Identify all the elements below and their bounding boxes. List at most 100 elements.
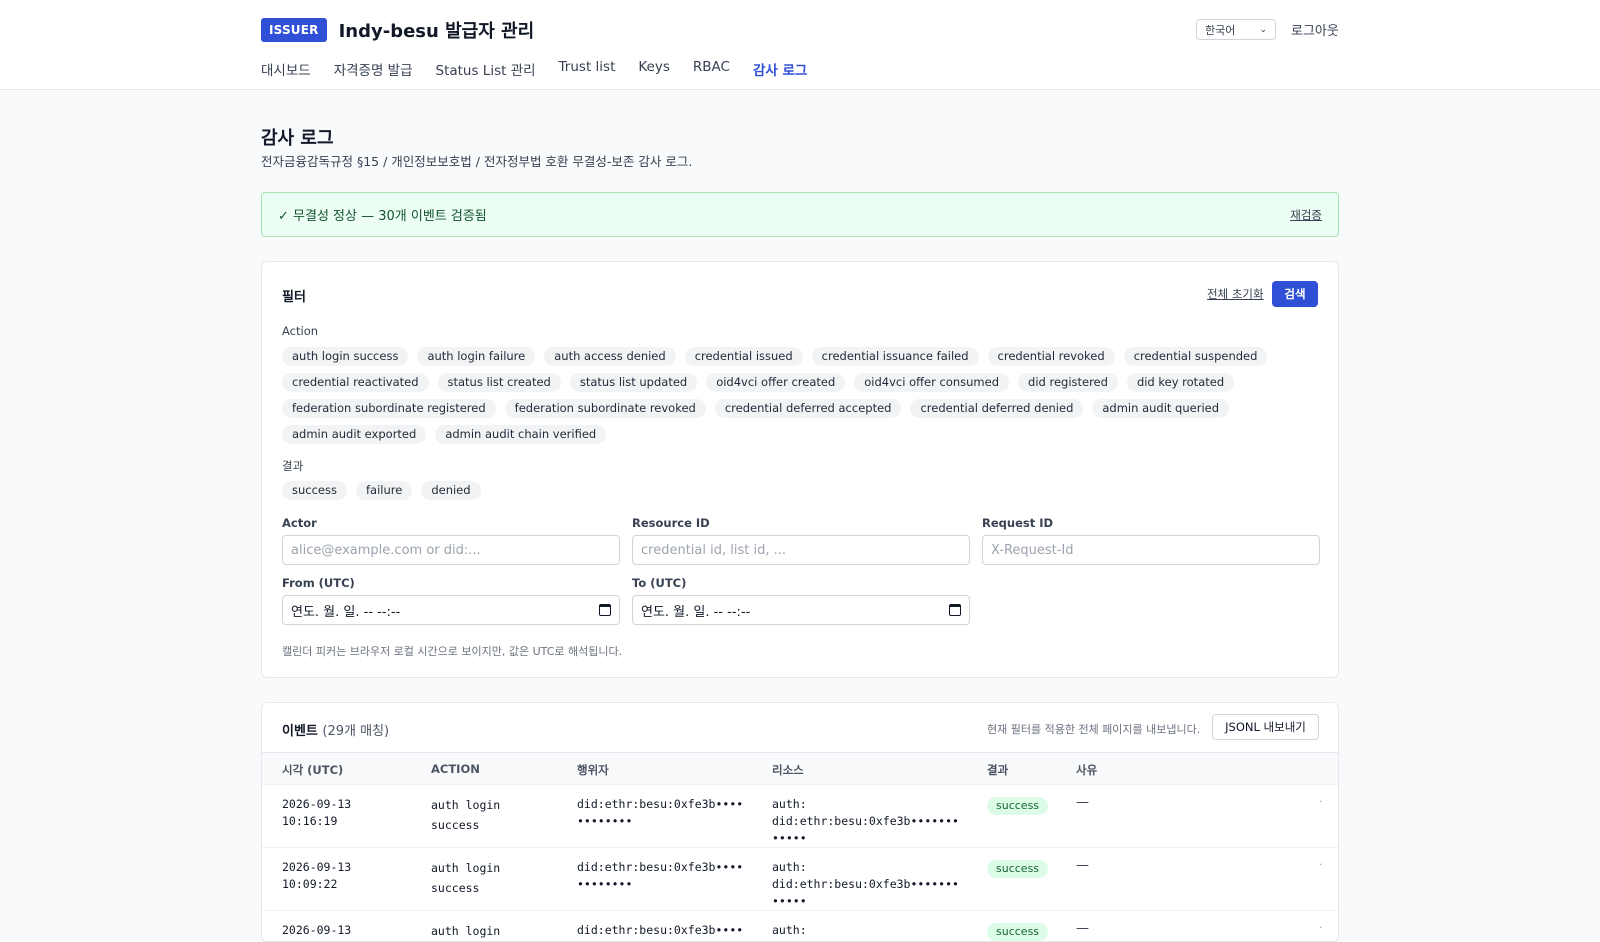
nav-rbac[interactable]: RBAC [693,59,730,85]
page-title: 감사 로그 [261,128,334,149]
request-id-input[interactable]: X-Request-Id [982,535,1320,565]
event-resource: auth: did:ethr:besu:0xfe3b••••••• ••••• [772,796,959,847]
action-filter-chip[interactable]: credential revoked [987,347,1115,366]
actor-input[interactable]: alice@example.com or did:... [282,535,620,565]
export-hint: 현재 필터를 적용한 전체 페이지를 내보냅니다. [987,723,1201,736]
action-filter-chip[interactable]: credential deferred denied [910,399,1084,418]
issuer-badge: ISSUER [261,18,327,42]
action-filter-chip[interactable]: credential issuance failed [811,347,979,366]
table-header: 시각 (UTC) ACTION 행위자 리소스 결과 사유 [262,752,1338,784]
action-filter-chip[interactable]: credential suspended [1123,347,1268,366]
table-row[interactable]: 2026-09-13 10:16:19 auth login success did:e… [262,784,1338,847]
calendar-icon[interactable] [949,604,961,616]
status-badge: success [987,797,1049,815]
result-filter-chip[interactable]: failure [355,481,413,500]
row-more-icon[interactable]: · [1319,795,1323,808]
action-filter-chip[interactable]: oid4vci offer created [706,373,846,392]
event-date: 2026-09-13 [282,923,352,937]
event-date: 2026-09-13 [282,860,352,874]
chevron-down-icon: ⌄ [1259,24,1267,35]
status-badge: success [987,923,1049,941]
event-resource-type: auth: [772,860,807,874]
nav-status-list[interactable]: Status List 관리 [436,59,536,85]
actor-label: Actor [282,516,317,530]
event-resource-line: ••••• [772,831,807,845]
language-select[interactable]: 한국어 ⌄ [1196,19,1276,40]
nav-keys[interactable]: Keys [638,59,670,85]
action-filter-chip[interactable]: admin audit exported [282,425,427,444]
event-clock: 10:16:19 [282,814,338,828]
brand: ISSUER Indy-besu 발급자 관리 [261,17,534,43]
main-nav: 대시보드 자격증명 발급 Status List 관리 Trust list K… [261,59,830,85]
export-jsonl-button[interactable]: JSONL 내보내기 [1212,714,1319,740]
result-filter-chip[interactable]: success [282,481,347,500]
event-action-line: auth login [431,924,501,938]
action-filter-chip[interactable]: oid4vci offer consumed [854,373,1010,392]
event-resource-line: did:ethr:besu:0xfe3b••••••• [772,877,959,891]
action-filter-chip[interactable]: federation subordinate registered [282,399,496,418]
reset-all-link[interactable]: 전체 초기화 [1207,286,1264,302]
calendar-icon[interactable] [599,604,611,616]
table-row[interactable]: 2026-09-13 10:09:22 auth login success did:e… [262,847,1338,910]
action-filter-chip[interactable]: auth access denied [544,347,676,366]
action-filter-chip[interactable]: credential deferred accepted [714,399,902,418]
status-badge: success [987,860,1049,878]
event-time: 2026-09-13 [282,922,351,939]
search-button[interactable]: 검색 [1272,281,1318,307]
page-subtitle: 전자금융감독규정 §15 / 개인정보보호법 / 전자정부법 호환 무결성-보존… [261,154,693,169]
from-label: From (UTC) [282,576,355,590]
event-action-line: auth login [431,798,501,812]
event-resource-line: did:ethr:besu:0xfe3b••••••• [772,814,959,828]
events-title-text: 이벤트 [282,724,318,739]
action-label: Action [282,324,319,338]
nav-dashboard[interactable]: 대시보드 [261,59,311,85]
event-resource: auth: [772,922,807,939]
nav-trust-list[interactable]: Trust list [559,59,616,85]
action-filter-chip[interactable]: auth login success [282,347,409,366]
logout-link[interactable]: 로그아웃 [1291,20,1339,39]
table-row[interactable]: 2026-09-13 auth login did:ethr:besu:0xfe3b… [262,910,1338,941]
event-time: 2026-09-13 10:09:22 [282,859,351,893]
resource-id-label: Resource ID [632,516,710,530]
event-action-line: auth login [431,861,501,875]
action-filter-chip[interactable]: admin audit chain verified [435,425,607,444]
nav-credential-issue[interactable]: 자격증명 발급 [334,59,413,85]
event-date: 2026-09-13 [282,797,352,811]
result-filter-chip[interactable]: denied [421,481,481,500]
action-filter-chip[interactable]: auth login failure [417,347,536,366]
event-action: auth login success [431,795,500,835]
from-date-input[interactable]: 연도. 월. 일. -- --:-- [282,595,620,625]
event-resource-type: auth: [772,923,807,937]
event-actor-line: did:ethr:besu:0xfe3b•••• [577,923,744,937]
row-more-icon[interactable]: · [1319,921,1323,934]
event-reason: — [1076,858,1089,873]
event-actor-line: •••••••• [577,814,633,828]
column-header: 리소스 [772,763,804,777]
events-title: 이벤트 (29개 매칭) [282,720,389,739]
resource-id-input[interactable]: credential id, list id, ... [632,535,970,565]
action-filter-chip[interactable]: credential reactivated [282,373,429,392]
action-filter-chip[interactable]: admin audit queried [1092,399,1230,418]
column-header: 결과 [987,763,1009,777]
integrity-message: ✓ 무결성 정상 — 30개 이벤트 검증됨 [278,209,487,224]
action-filter-chip[interactable]: federation subordinate revoked [504,399,706,418]
action-filter-chip[interactable]: did key rotated [1126,373,1235,392]
nav-audit-log[interactable]: 감사 로그 [753,59,807,85]
actor-placeholder: alice@example.com or did:... [291,542,481,558]
row-more-icon[interactable]: · [1319,858,1323,871]
event-resource-line: ••••• [772,894,807,908]
filter-card: 필터 전체 초기화 검색 Action auth login success au… [261,261,1339,678]
action-filter-chip[interactable]: credential issued [684,347,803,366]
event-actor: did:ethr:besu:0xfe3b•••• [577,922,743,939]
action-filter-chip[interactable]: status list updated [569,373,698,392]
event-action-line: success [431,881,480,895]
event-resource-type: auth: [772,797,807,811]
action-filter-chip[interactable]: did registered [1018,373,1118,392]
top-bar: ISSUER Indy-besu 발급자 관리 한국어 ⌄ 로그아웃 대시보드 … [0,0,1600,90]
event-actor: did:ethr:besu:0xfe3b•••• •••••••• [577,796,743,830]
recheck-link[interactable]: 재검증 [1290,207,1322,223]
event-actor-line: did:ethr:besu:0xfe3b•••• [577,797,744,811]
event-reason: — [1076,921,1089,936]
action-filter-chip[interactable]: status list created [437,373,561,392]
to-date-input[interactable]: 연도. 월. 일. -- --:-- [632,595,970,625]
